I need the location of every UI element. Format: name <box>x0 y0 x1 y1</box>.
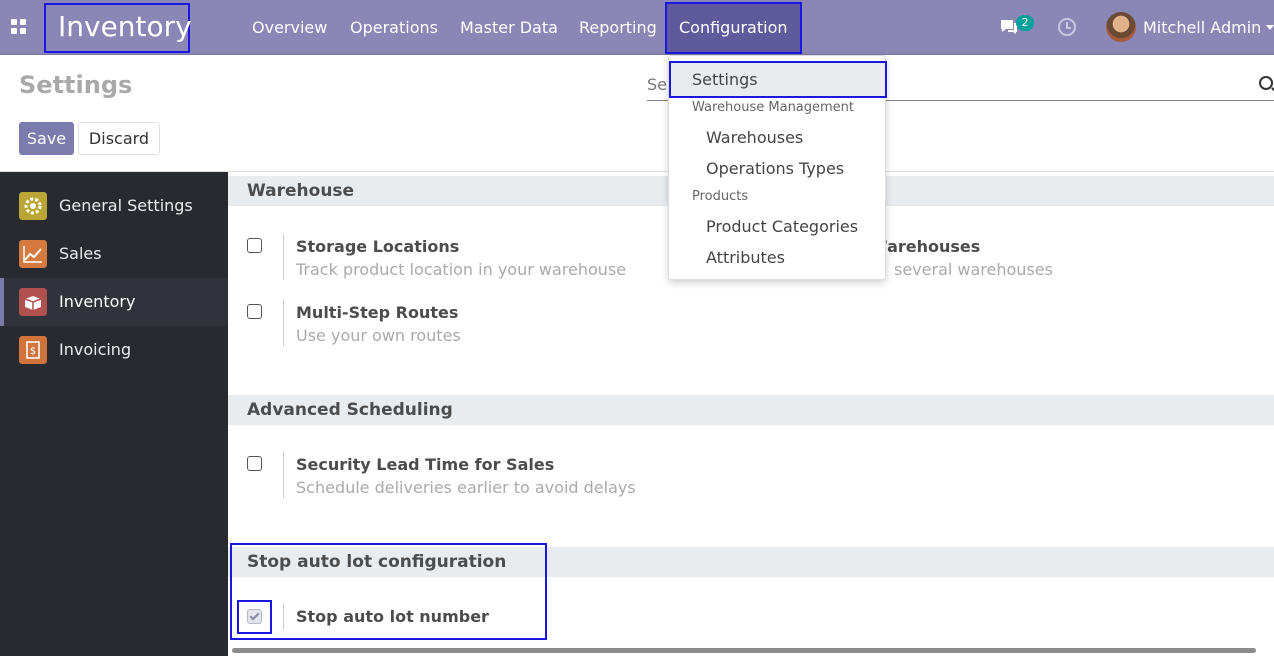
user-name[interactable]: Mitchell Admin <box>1143 0 1261 55</box>
dropdown-item-product-categories[interactable]: Product Categories <box>706 217 858 236</box>
sidebar-item-sales[interactable]: Sales <box>0 230 228 278</box>
dropdown-item-warehouses[interactable]: Warehouses <box>706 128 803 147</box>
menu-operations[interactable]: Operations <box>350 0 438 55</box>
menu-reporting[interactable]: Reporting <box>579 0 657 55</box>
sidebar-item-label: Inventory <box>59 292 136 311</box>
dropdown-header-products: Products <box>692 189 749 204</box>
sidebar-item-label: Sales <box>59 244 102 263</box>
setting-title: Security Lead Time for Sales <box>296 455 555 474</box>
sidebar-item-inventory[interactable]: Inventory <box>0 278 228 326</box>
gear-icon <box>19 192 47 220</box>
section-title: Warehouse <box>247 181 355 201</box>
dropdown-header-warehouse-management: Warehouse Management <box>692 100 855 115</box>
setting-divider <box>283 452 284 498</box>
dropdown-item-settings[interactable]: Settings <box>692 70 758 89</box>
section-header-advanced-scheduling: Advanced Scheduling <box>228 395 1274 425</box>
setting-description: Track product location in your warehouse <box>296 260 627 279</box>
section-title: Advanced Scheduling <box>247 400 453 420</box>
setting-title: Stop auto lot number <box>296 607 489 626</box>
sidebar-item-invoicing[interactable]: $ Invoicing <box>0 326 228 374</box>
setting-description: several warehouses <box>894 260 1053 279</box>
setting-divider <box>283 604 284 630</box>
setting-divider <box>283 300 284 346</box>
svg-text:$: $ <box>30 346 36 357</box>
search-icon[interactable] <box>1259 76 1273 90</box>
box-icon <box>19 288 47 316</box>
configuration-dropdown: Settings Warehouse Management Warehouses… <box>668 55 887 280</box>
clock-icon[interactable] <box>1058 18 1076 36</box>
invoice-icon: $ <box>19 336 47 364</box>
discard-button[interactable]: Discard <box>78 122 160 155</box>
sidebar-item-label: General Settings <box>59 196 193 215</box>
top-navbar: Inventory Overview Operations Master Dat… <box>0 0 1274 55</box>
dropdown-item-operation-types[interactable]: Operations Types <box>706 159 844 178</box>
save-button[interactable]: Save <box>19 122 74 155</box>
dropdown-item-attributes[interactable]: Attributes <box>706 248 785 267</box>
setting-title: Warehouses <box>870 237 981 256</box>
apps-grid-icon[interactable] <box>11 19 27 35</box>
stop-auto-lot-number-checkbox[interactable] <box>247 609 262 624</box>
setting-description: Use your own routes <box>296 326 461 345</box>
avatar[interactable] <box>1106 12 1136 42</box>
messages-badge: 2 <box>1016 15 1034 31</box>
horizontal-scrollbar[interactable] <box>232 648 1256 653</box>
setting-title: Multi-Step Routes <box>296 303 459 322</box>
sidebar-item-general-settings[interactable]: General Settings <box>0 182 228 230</box>
menu-overview[interactable]: Overview <box>252 0 327 55</box>
storage-locations-checkbox[interactable] <box>247 238 262 253</box>
setting-divider <box>283 234 284 280</box>
multi-step-routes-checkbox[interactable] <box>247 304 262 319</box>
security-lead-time-checkbox[interactable] <box>247 456 262 471</box>
setting-description: Schedule deliveries earlier to avoid del… <box>296 478 636 497</box>
menu-master-data[interactable]: Master Data <box>460 0 558 55</box>
chevron-down-icon[interactable] <box>1266 25 1274 30</box>
chart-icon <box>19 240 47 268</box>
settings-sidebar: General Settings Sales Inventory $ Invoi… <box>0 172 228 656</box>
menu-configuration[interactable]: Configuration <box>665 2 802 54</box>
sidebar-item-label: Invoicing <box>59 340 132 359</box>
page-title: Settings <box>19 71 133 99</box>
setting-title: Storage Locations <box>296 237 460 256</box>
app-brand[interactable]: Inventory <box>44 3 192 53</box>
